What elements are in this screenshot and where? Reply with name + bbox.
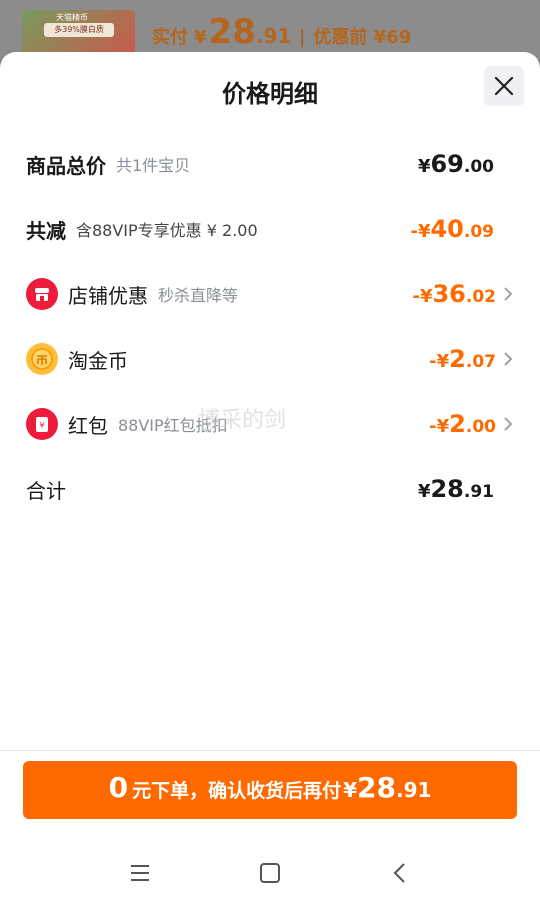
- close-icon: [494, 76, 514, 96]
- row-sum: 合计 ¥28.91: [26, 469, 516, 509]
- redpacket-label: 红包: [68, 413, 108, 438]
- product-thumbnail: 天猫精币 多39%膜白质: [22, 10, 135, 56]
- menu-icon: [131, 865, 149, 881]
- svg-text:¥: ¥: [39, 421, 44, 430]
- chevron-right-icon: [500, 416, 516, 432]
- paid-label: 实付: [152, 27, 188, 48]
- sum-label: 合计: [26, 478, 66, 503]
- shop-discount-label: 店铺优惠: [68, 283, 148, 308]
- back-arrow-icon: [393, 863, 405, 883]
- sheet-title: 价格明细: [222, 80, 318, 108]
- row-taojinbi[interactable]: 淘金币 -¥ 2.07: [26, 339, 516, 379]
- row-total-price: 商品总价 共1件宝贝 ¥69.00: [26, 144, 516, 184]
- shop-discount-sub: 秒杀直降等: [158, 286, 239, 305]
- background-product-strip: 天猫精币 多39%膜白质 实付 ¥ 28 .91 | 优惠前 ¥69: [0, 0, 540, 60]
- taojinbi-amount: -¥ 2.07: [429, 345, 496, 373]
- home-square-icon: [260, 863, 280, 883]
- sum-amount: ¥28.91: [417, 475, 494, 503]
- watermark: 博采的剑: [198, 408, 287, 433]
- shop-discount-amount: -¥ 36.02: [412, 280, 496, 308]
- paid-currency: ¥: [194, 27, 207, 48]
- cta-int: 28: [357, 771, 396, 804]
- total-price-sub: 共1件宝贝: [116, 156, 191, 175]
- shop-icon: [26, 278, 58, 310]
- redpacket-icon: ¥: [26, 408, 58, 440]
- redpacket-amount: -¥ 2.00: [429, 410, 496, 438]
- menu-button[interactable]: [120, 853, 160, 893]
- paid-dec: .91: [255, 24, 292, 48]
- price-detail-sheet: 价格明细 商品总价 共1件宝贝 ¥69.00 共减 含88VIP专享优惠 ¥ 2…: [0, 52, 540, 904]
- cta-zero: 0: [108, 771, 129, 804]
- home-button[interactable]: [250, 853, 290, 893]
- reduce-amount: -¥ 40.09: [410, 215, 494, 243]
- cta-currency: ¥: [343, 778, 357, 802]
- price-separator: |: [299, 27, 306, 48]
- before-discount-label: 优惠前 ¥69: [313, 27, 412, 48]
- back-button[interactable]: [380, 853, 420, 893]
- thumbnail-pill: 多39%膜白质: [44, 23, 114, 37]
- system-nav-bar: [0, 842, 540, 904]
- cta-text: 元下单，确认收货后再付: [132, 780, 342, 802]
- place-order-button[interactable]: 0 元下单，确认收货后再付 ¥ 28 .91: [23, 761, 517, 819]
- taojinbi-label: 淘金币: [68, 348, 128, 373]
- paid-int: 28: [208, 12, 256, 52]
- cta-dec: .91: [395, 778, 432, 802]
- row-shop-discount[interactable]: 店铺优惠 秒杀直降等 -¥ 36.02: [26, 274, 516, 314]
- close-button[interactable]: [484, 66, 524, 106]
- total-price-amount: ¥69.00: [417, 150, 494, 178]
- background-price: 实付 ¥ 28 .91 | 优惠前 ¥69: [152, 12, 411, 52]
- thumbnail-tag: 天猫精币: [56, 13, 88, 22]
- chevron-right-icon: [500, 351, 516, 367]
- total-price-label: 商品总价: [26, 153, 106, 178]
- coin-icon: [26, 343, 58, 375]
- chevron-right-icon: [500, 286, 516, 302]
- reduce-sub: 含88VIP专享优惠 ¥ 2.00: [76, 221, 258, 240]
- reduce-label: 共减: [26, 218, 66, 243]
- divider: [0, 750, 540, 751]
- row-total-reduce: 共减 含88VIP专享优惠 ¥ 2.00 -¥ 40.09: [26, 209, 516, 249]
